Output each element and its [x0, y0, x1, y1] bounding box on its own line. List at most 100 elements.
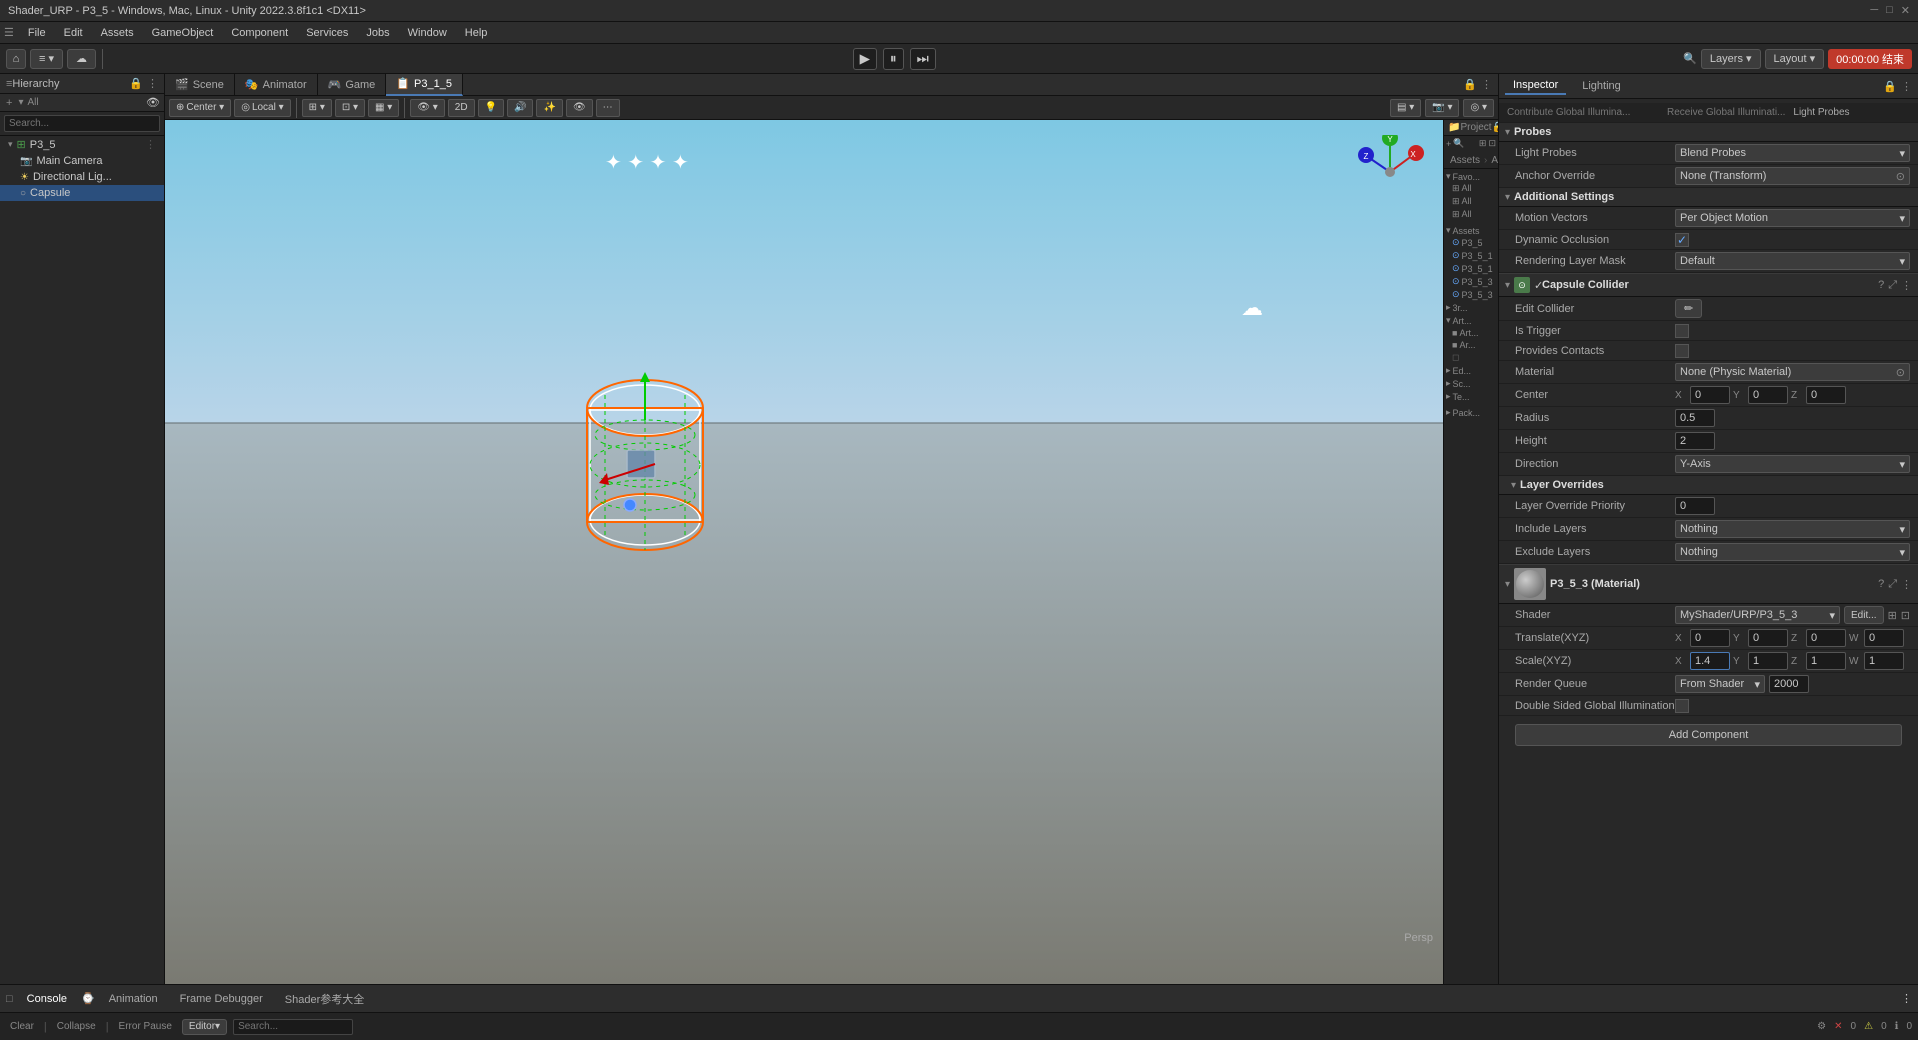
- inspector-tab-lighting[interactable]: Lighting: [1574, 78, 1629, 94]
- material-expand-icon-2[interactable]: ⤢: [1888, 578, 1897, 591]
- favorites-all2[interactable]: ⊞ All: [1452, 195, 1496, 208]
- collider-help-icon[interactable]: ?: [1878, 279, 1884, 292]
- inspector-lock-icon[interactable]: 🔒: [1883, 80, 1897, 93]
- toolbar-icon-home[interactable]: ⌂: [6, 49, 26, 69]
- arts-item-2[interactable]: ■ Ar...: [1452, 339, 1496, 351]
- rect-dropdown[interactable]: ▦ ▾: [368, 99, 399, 117]
- assets-arts-header[interactable]: ▾ Art...: [1446, 314, 1496, 327]
- collapse-button[interactable]: Collapse: [53, 1020, 100, 1033]
- project-view-icon[interactable]: ⊡: [1488, 138, 1496, 149]
- exclude-layers-dropdown[interactable]: Nothing ▾: [1675, 543, 1910, 561]
- menu-services[interactable]: Services: [298, 25, 356, 41]
- hierarchy-more-icon[interactable]: ⋮: [147, 77, 158, 90]
- hierarchy-add-btn[interactable]: +: [4, 97, 14, 109]
- material-menu-icon[interactable]: ⋮: [1901, 578, 1912, 591]
- close-btn[interactable]: ✕: [1901, 4, 1910, 17]
- material-dropdown[interactable]: None (Physic Material) ⊙: [1675, 363, 1910, 381]
- scene-aspect-btn[interactable]: ▤ ▾: [1390, 99, 1421, 117]
- menu-window[interactable]: Window: [400, 25, 455, 41]
- tab-game[interactable]: 🎮 Game: [318, 74, 387, 96]
- dynamic-occlusion-checkbox[interactable]: ✓: [1675, 233, 1689, 247]
- error-pause-button[interactable]: Error Pause: [115, 1020, 176, 1033]
- asset-p3-5[interactable]: ⊙ P3_5: [1452, 236, 1496, 249]
- is-trigger-checkbox[interactable]: [1675, 324, 1689, 338]
- anchor-override-link-icon[interactable]: ⊙: [1896, 170, 1905, 183]
- shader-link-icon-2[interactable]: ⊡: [1901, 609, 1910, 622]
- hierarchy-eye-icon[interactable]: 👁: [146, 96, 160, 109]
- shader-dropdown[interactable]: MyShader/URP/P3_5_3 ▾: [1675, 606, 1840, 624]
- asset-p3-5-3b[interactable]: ⊙ P3_5_3: [1452, 288, 1496, 301]
- render-queue-field[interactable]: 2000: [1769, 675, 1809, 693]
- status-icon-settings[interactable]: ⚙: [1817, 1021, 1826, 1032]
- packages-header[interactable]: ▸ Pack...: [1446, 407, 1496, 418]
- hierarchy-search-input[interactable]: [4, 115, 160, 132]
- menu-file[interactable]: File: [20, 25, 54, 41]
- collider-menu-icon[interactable]: ⋮: [1901, 279, 1912, 292]
- center-z-field[interactable]: 0: [1806, 386, 1846, 404]
- search-icon[interactable]: 🔍: [1683, 52, 1697, 65]
- hierarchy-lock-icon[interactable]: 🔒: [129, 77, 143, 90]
- tab-p3-1-5[interactable]: 📋 P3_1_5: [386, 74, 463, 96]
- step-button[interactable]: ⏭: [910, 48, 936, 70]
- add-component-button[interactable]: Add Component: [1515, 724, 1902, 746]
- include-layers-dropdown[interactable]: Nothing ▾: [1675, 520, 1910, 538]
- radius-field[interactable]: 0.5: [1675, 409, 1715, 427]
- material-link-icon[interactable]: ⊙: [1896, 366, 1905, 379]
- inspector-more-icon[interactable]: ⋮: [1901, 80, 1912, 93]
- scene-gizmos-btn[interactable]: ◎ ▾: [1463, 99, 1494, 117]
- ty-field[interactable]: 0: [1748, 629, 1788, 647]
- menu-edit[interactable]: Edit: [56, 25, 91, 41]
- direction-dropdown[interactable]: Y-Axis ▾: [1675, 455, 1910, 473]
- material-component-header[interactable]: ▾ P3_5_3 (Material) ? ⤢ ⋮: [1499, 564, 1918, 604]
- scene-camera-btn[interactable]: 📷 ▾: [1425, 99, 1459, 117]
- play-button[interactable]: ▶: [853, 48, 877, 70]
- view-lock-icon[interactable]: 🔒: [1463, 78, 1477, 91]
- center-dropdown[interactable]: ⊕ Center ▾: [169, 99, 231, 117]
- console-tab[interactable]: Console: [19, 991, 75, 1007]
- animation-tab[interactable]: Animation: [101, 991, 166, 1007]
- toolbar-dropdown-view[interactable]: ≡ ▾: [30, 49, 63, 69]
- rendering-layer-dropdown[interactable]: Default ▾: [1675, 252, 1910, 270]
- asset-p3-5-1b[interactable]: ⊙ P3_5_1: [1452, 262, 1496, 275]
- center-x-field[interactable]: 0: [1690, 386, 1730, 404]
- anchor-override-dropdown[interactable]: None (Transform) ⊙: [1675, 167, 1910, 185]
- breadcrumb-assets[interactable]: Assets: [1450, 155, 1480, 166]
- motion-vectors-dropdown[interactable]: Per Object Motion ▾: [1675, 209, 1910, 227]
- double-sided-checkbox[interactable]: [1675, 699, 1689, 713]
- favorites-all[interactable]: ⊞ All: [1452, 182, 1496, 195]
- menu-icon-1[interactable]: ☰: [4, 26, 14, 39]
- local-dropdown[interactable]: ◎ Local ▾: [234, 99, 290, 117]
- hierarchy-item-capsule[interactable]: ○ Capsule: [0, 185, 164, 201]
- center-y-field[interactable]: 0: [1748, 386, 1788, 404]
- project-add-btn[interactable]: +: [1446, 139, 1451, 149]
- project-settings-icon[interactable]: ⊞: [1479, 138, 1487, 149]
- inspector-tab-inspector[interactable]: Inspector: [1505, 77, 1566, 95]
- probes-section-header[interactable]: ▾ Probes: [1499, 123, 1918, 142]
- hidden-btn[interactable]: 👁: [566, 99, 593, 117]
- grid-dropdown[interactable]: ⊞ ▾: [302, 99, 332, 117]
- menu-assets[interactable]: Assets: [93, 25, 142, 41]
- tab-animator[interactable]: 🎭 Animator: [235, 74, 318, 96]
- view-more-icon[interactable]: ⋮: [1481, 78, 1492, 91]
- asset-p3-5-1[interactable]: ⊙ P3_5_1: [1452, 249, 1496, 262]
- console-search-input[interactable]: [233, 1019, 353, 1035]
- frame-debugger-tab[interactable]: Frame Debugger: [172, 991, 271, 1007]
- layout-dropdown[interactable]: Layout ▾: [1765, 49, 1825, 69]
- audio-btn[interactable]: 🔊: [507, 99, 533, 117]
- material-help-icon[interactable]: ?: [1878, 578, 1884, 591]
- timer-button[interactable]: 00:00:00 结束: [1828, 49, 1912, 69]
- assets-sc-header[interactable]: ▸ Sc...: [1446, 377, 1496, 390]
- more-scene-btn[interactable]: ⋯: [596, 99, 620, 117]
- lighting-btn[interactable]: 💡: [478, 99, 504, 117]
- sw-field[interactable]: 1: [1864, 652, 1904, 670]
- capsule-collider-header[interactable]: ▾ ⊙ ✓ Capsule Collider ? ⤢ ⋮: [1499, 273, 1918, 297]
- layers-dropdown[interactable]: Layers ▾: [1701, 49, 1761, 69]
- arts-item-1[interactable]: ■ Art...: [1452, 327, 1496, 339]
- scene-view[interactable]: ✦ ✦ ✦ ✦ ☁: [165, 120, 1443, 984]
- tab-scene[interactable]: 🎬 Scene: [165, 74, 235, 96]
- editor-dropdown[interactable]: Editor ▾: [182, 1019, 227, 1035]
- collider-enable-checkbox[interactable]: ✓: [1534, 279, 1538, 292]
- sz-field[interactable]: 1: [1806, 652, 1846, 670]
- asset-p3-5-3[interactable]: ⊙ P3_5_3: [1452, 275, 1496, 288]
- menu-jobs[interactable]: Jobs: [358, 25, 397, 41]
